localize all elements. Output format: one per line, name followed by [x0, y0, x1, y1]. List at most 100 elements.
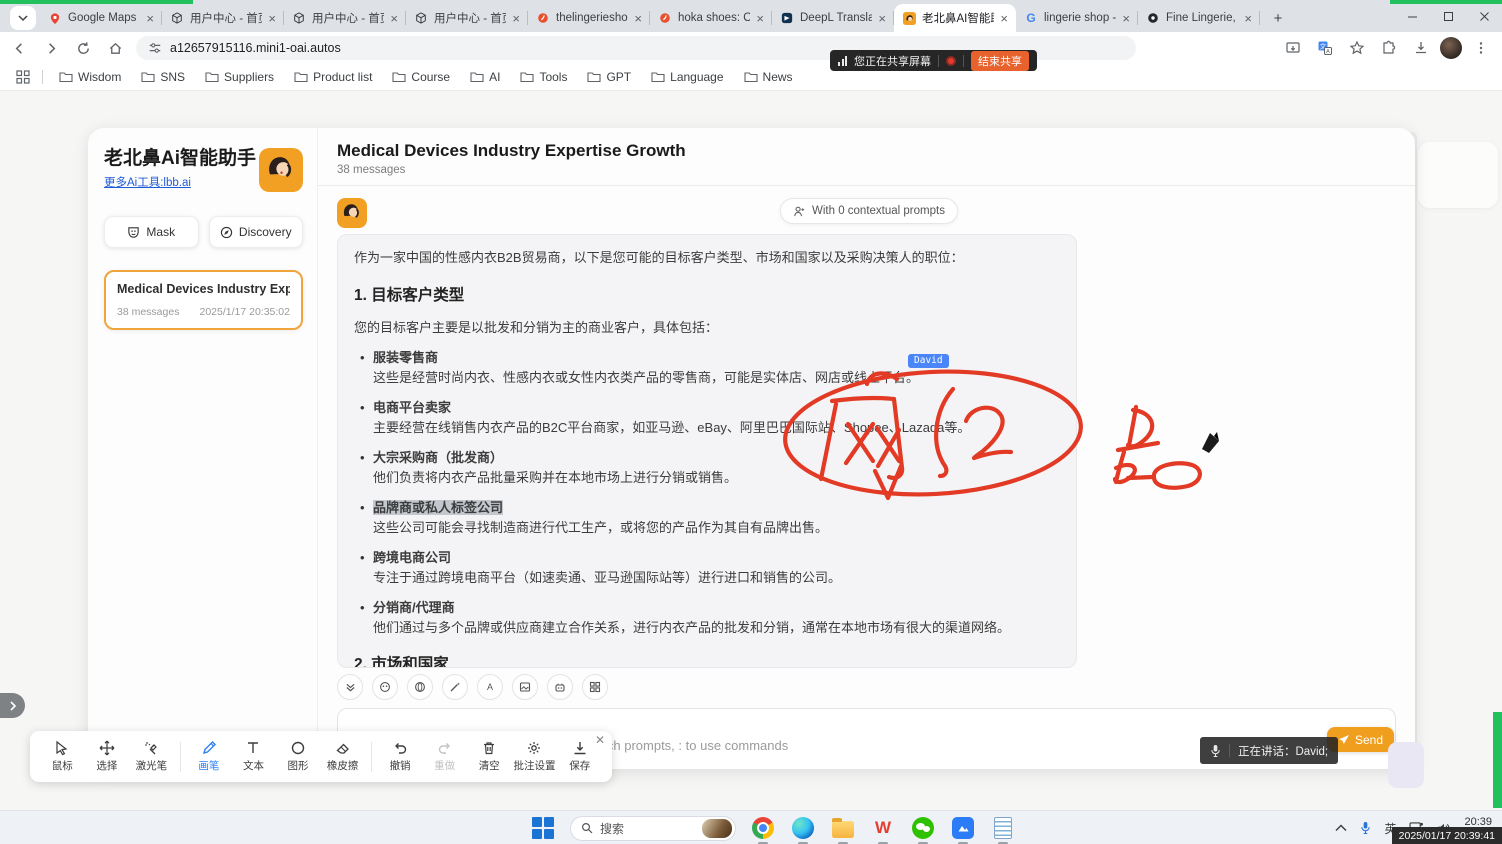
more-tools-link[interactable]: 更多Ai工具:lbb.ai — [104, 174, 191, 190]
reload-button[interactable] — [70, 35, 96, 61]
chat-item-timestamp: 2025/1/17 20:35:02 — [199, 306, 290, 318]
browser-tab-fine-lingerie[interactable]: Fine Lingerie, Sle × — [1138, 4, 1260, 32]
tab-close-icon[interactable]: × — [268, 12, 276, 25]
tool-pen-active[interactable]: 画笔 — [189, 740, 230, 773]
taskbar-edge[interactable] — [790, 815, 816, 841]
tool-select[interactable]: 选择 — [87, 740, 128, 773]
tab-search-button[interactable] — [10, 6, 36, 30]
tool-eraser[interactable]: 橡皮擦 — [322, 740, 363, 773]
tool-mouse[interactable]: 鼠标 — [42, 740, 83, 773]
close-window-button[interactable] — [1466, 0, 1502, 32]
theme-button[interactable] — [372, 674, 398, 700]
tool-clear[interactable]: 清空 — [469, 740, 510, 773]
panel-expander-handle[interactable] — [0, 693, 25, 718]
bookmark-folder-gpt[interactable]: GPT — [577, 66, 641, 88]
tab-close-icon[interactable]: × — [1000, 12, 1008, 25]
bookmark-folder-language[interactable]: Language — [641, 66, 733, 88]
browser-menu-icon[interactable] — [1468, 35, 1494, 61]
bookmark-folder-suppliers[interactable]: Suppliers — [195, 66, 284, 88]
taskbar-notes[interactable] — [990, 815, 1016, 841]
new-tab-button[interactable]: + — [1266, 6, 1290, 30]
browser-tab-thelingerieshop[interactable]: thelingerieshop × — [528, 4, 650, 32]
plugins-grid-button[interactable] — [582, 674, 608, 700]
discovery-button[interactable]: Discovery — [209, 216, 304, 248]
tab-close-icon[interactable]: × — [878, 12, 886, 25]
folder-icon — [141, 71, 155, 83]
tab-close-icon[interactable]: × — [512, 12, 520, 25]
stop-share-button[interactable]: 结束共享 — [971, 51, 1029, 71]
bookmark-folder-news[interactable]: News — [734, 66, 803, 88]
apps-grid-icon[interactable] — [10, 70, 36, 84]
svg-text:A: A — [1326, 49, 1330, 55]
prompt-wand-button[interactable] — [442, 674, 468, 700]
extensions-icon[interactable] — [1376, 35, 1402, 61]
chat-list-item-selected[interactable]: Medical Devices Industry Exp... 38 messa… — [104, 270, 303, 330]
back-button[interactable] — [6, 35, 32, 61]
tool-save[interactable]: 保存 — [559, 740, 600, 773]
tab-close-icon[interactable]: × — [1244, 12, 1252, 25]
start-button[interactable] — [530, 815, 556, 841]
tray-microphone-icon[interactable] — [1360, 821, 1371, 835]
minimize-button[interactable] — [1394, 0, 1430, 32]
taskbar-wps[interactable]: W — [870, 815, 896, 841]
bookmark-folder-tools[interactable]: Tools — [510, 66, 577, 88]
taskbar-search[interactable]: 搜索 — [570, 816, 736, 841]
tray-chevron-up-icon[interactable] — [1335, 824, 1347, 832]
font-size-button[interactable]: A — [477, 674, 503, 700]
bookmark-star-icon[interactable] — [1344, 35, 1370, 61]
screen-share-banner: 您正在共享屏幕 结束共享 — [830, 50, 1037, 71]
folder-icon — [205, 71, 219, 83]
image-button[interactable] — [512, 674, 538, 700]
maximize-button[interactable] — [1430, 0, 1466, 32]
tab-close-icon[interactable]: × — [756, 12, 764, 25]
taskbar-chrome[interactable] — [750, 815, 776, 841]
tool-redo-disabled[interactable]: 重做 — [424, 740, 465, 773]
bookmark-folder-course[interactable]: Course — [382, 66, 460, 88]
browser-tab-user-center-1[interactable]: 用户中心 - 首页 × — [162, 4, 284, 32]
search-highlight-image[interactable] — [702, 819, 732, 838]
list-item: 大宗采购商（批发商）他们负责将内衣产品批量采购并在本地市场上进行分销或销售。 — [360, 448, 1060, 487]
robot-button[interactable] — [547, 674, 573, 700]
tool-laser-pen[interactable]: 激光笔 — [131, 740, 172, 773]
tool-text[interactable]: 文本 — [233, 740, 274, 773]
tool-undo[interactable]: 撤销 — [380, 740, 421, 773]
tab-close-icon[interactable]: × — [1122, 12, 1130, 25]
browser-tab-user-center-3[interactable]: 用户中心 - 首页 × — [406, 4, 528, 32]
tab-close-icon[interactable]: × — [634, 12, 642, 25]
mask-button[interactable]: Mask — [104, 216, 199, 248]
forward-button[interactable] — [38, 35, 64, 61]
browser-tab-lingerie-shop-search[interactable]: G lingerie shop - G × — [1016, 4, 1138, 32]
home-button[interactable] — [102, 35, 128, 61]
tool-annotation-settings[interactable]: 批注设置 — [513, 740, 555, 773]
browser-tab-google-maps[interactable]: Google Maps × — [40, 4, 162, 32]
browser-tab-ai-assistant-active[interactable]: 老北鼻AI智能助手 × — [894, 4, 1016, 32]
browser-tab-user-center-2[interactable]: 用户中心 - 首页 × — [284, 4, 406, 32]
bookmark-folder-wisdom[interactable]: Wisdom — [49, 66, 131, 88]
dark-site-icon — [1146, 11, 1160, 25]
address-bar-actions: 文A — [1280, 35, 1502, 61]
cube-icon — [292, 11, 306, 25]
browser-tab-hoka-shoes[interactable]: hoka shoes: Ove × — [650, 4, 772, 32]
language-button[interactable] — [407, 674, 433, 700]
browser-tab-deepl[interactable]: DeepL Translate: × — [772, 4, 894, 32]
install-icon[interactable] — [1280, 35, 1306, 61]
text-icon — [245, 740, 261, 756]
toolbar-close-icon[interactable]: ✕ — [595, 734, 605, 746]
tab-close-icon[interactable]: × — [146, 12, 154, 25]
bookmark-folder-ai[interactable]: AI — [460, 66, 510, 88]
bookmark-folder-sns[interactable]: SNS — [131, 66, 195, 88]
chat-title: Medical Devices Industry Expertise Growt… — [337, 141, 1396, 161]
tool-shape[interactable]: 图形 — [278, 740, 319, 773]
taskbar-wechat[interactable] — [910, 815, 936, 841]
microphone-icon — [1210, 744, 1221, 758]
tab-close-icon[interactable]: × — [390, 12, 398, 25]
profile-avatar[interactable] — [1440, 37, 1462, 59]
scroll-to-bottom-button[interactable] — [337, 674, 363, 700]
divider — [1229, 744, 1230, 757]
downloads-icon[interactable] — [1408, 35, 1434, 61]
contextual-prompts-pill[interactable]: With 0 contextual prompts — [780, 198, 958, 224]
taskbar-meeting[interactable] — [950, 815, 976, 841]
translate-icon[interactable]: 文A — [1312, 35, 1338, 61]
bookmark-folder-product-list[interactable]: Product list — [284, 66, 382, 88]
taskbar-explorer[interactable] — [830, 815, 856, 841]
